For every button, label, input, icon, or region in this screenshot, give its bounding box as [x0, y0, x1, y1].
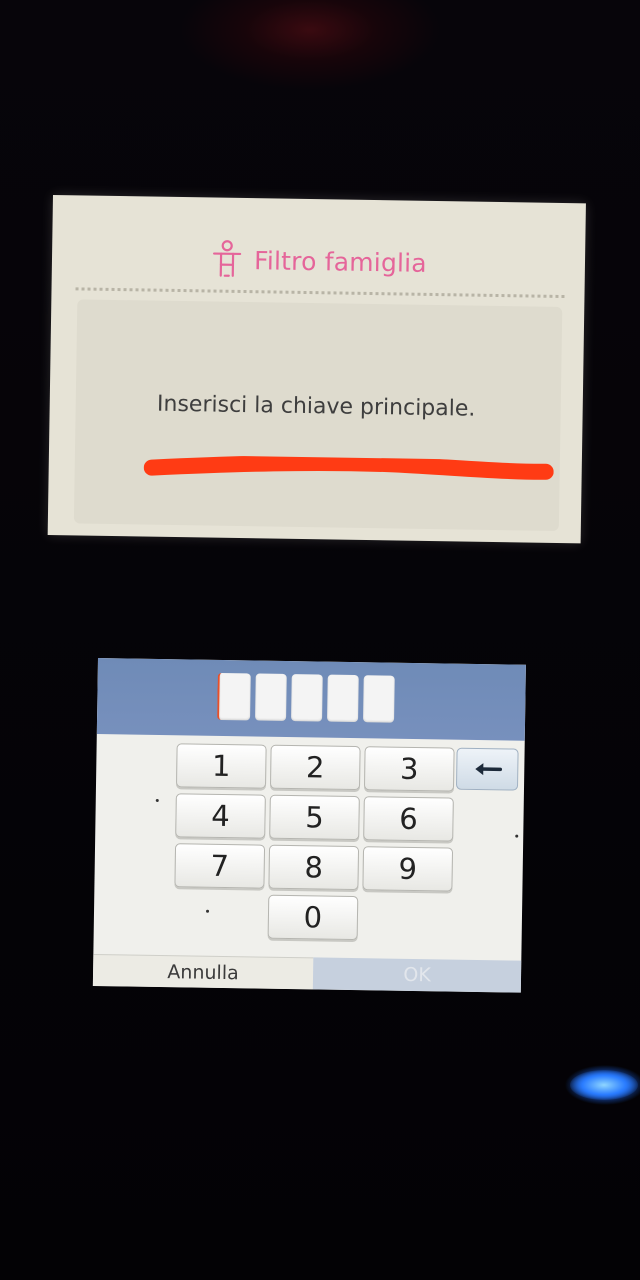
device-background — [0, 0, 640, 1280]
page-title: Filtro famiglia — [253, 245, 428, 278]
pin-digit-4 — [327, 674, 359, 723]
key-4[interactable]: 4 — [175, 793, 266, 839]
backspace-arrow-icon — [475, 763, 503, 776]
key-6[interactable]: 6 — [363, 796, 454, 842]
pin-entry-bar — [96, 658, 526, 741]
key-2[interactable]: 2 — [269, 744, 361, 791]
family-icon — [213, 240, 242, 277]
bottom-screen: 1 2 3 4 5 6 7 8 9 0 Annulla OK — [92, 658, 526, 993]
key-5[interactable]: 5 — [269, 794, 360, 841]
key-3[interactable]: 3 — [363, 746, 455, 792]
divider — [75, 287, 565, 299]
backspace-button[interactable] — [455, 747, 519, 791]
action-bar: Annulla OK — [92, 953, 522, 993]
key-1[interactable]: 1 — [175, 743, 267, 789]
key-0[interactable]: 0 — [267, 894, 359, 941]
power-led — [570, 1070, 638, 1100]
key-7[interactable]: 7 — [174, 843, 266, 889]
header: Filtro famiglia — [52, 235, 586, 287]
pin-digit-5 — [363, 675, 395, 723]
screen-speck — [515, 834, 519, 838]
ok-button[interactable]: OK — [312, 957, 522, 993]
pin-digit-3 — [291, 674, 323, 722]
pin-input[interactable] — [217, 672, 395, 723]
pin-digit-2 — [255, 673, 287, 721]
key-8[interactable]: 8 — [268, 844, 360, 891]
cancel-button[interactable]: Annulla — [92, 953, 314, 990]
screen-speck — [155, 798, 159, 802]
key-9[interactable]: 9 — [362, 846, 454, 892]
top-screen: Filtro famiglia Inserisci la chiave prin… — [47, 195, 586, 544]
pin-digit-1 — [217, 672, 251, 721]
screen-speck — [206, 909, 210, 913]
